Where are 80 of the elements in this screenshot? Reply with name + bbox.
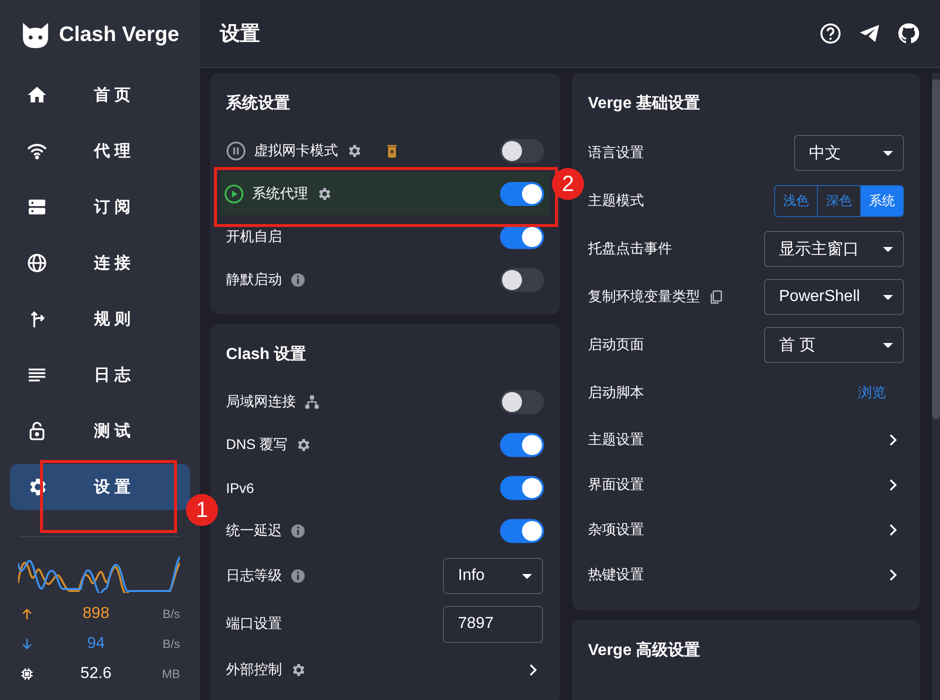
traffic-unit: B/s — [162, 607, 180, 621]
dropdown[interactable]: PowerShell — [764, 279, 904, 315]
setting-label: 热键设置 — [588, 566, 644, 584]
toggle-switch[interactable] — [500, 138, 544, 162]
dropdown[interactable]: Info — [443, 558, 543, 594]
setting-label: 主题设置 — [588, 430, 644, 448]
dropdown[interactable]: 中文 — [794, 135, 904, 171]
port-field[interactable]: 7897 — [443, 606, 543, 642]
setting-label: 静默启动 — [226, 270, 282, 288]
toggle-switch[interactable] — [500, 476, 544, 500]
setting-label: 复制环境变量类型 — [588, 288, 700, 306]
setting-label: 启动页面 — [588, 336, 644, 354]
traffic-value: 52.6 — [79, 665, 113, 683]
settings-icon[interactable] — [316, 186, 332, 202]
info-icon[interactable] — [290, 522, 306, 538]
browse-link[interactable]: 浏览 — [858, 384, 886, 402]
traffic-value: 94 — [86, 635, 106, 653]
paper-plane-icon[interactable] — [858, 22, 881, 45]
theme-option[interactable]: 浅色 — [775, 186, 817, 216]
chip-icon — [20, 667, 34, 681]
settings-icon[interactable] — [295, 436, 312, 452]
toggle-switch[interactable] — [500, 390, 544, 414]
traffic-unit: MB — [161, 667, 180, 681]
traffic-unit: B/s — [162, 637, 180, 651]
nav-item[interactable]: 规 则 — [10, 296, 190, 342]
arrow-down-icon — [20, 637, 34, 651]
setting-label: 统一延迟 — [226, 522, 282, 540]
scrollbar-thumb[interactable] — [932, 79, 940, 419]
setting-label: 语言设置 — [588, 144, 644, 162]
nav-item[interactable]: 日 志 — [10, 352, 190, 398]
setting-label: 端口设置 — [226, 615, 282, 633]
setting-label: 虚拟网卡模式 — [254, 142, 338, 160]
setting-label: 局域网连接 — [226, 392, 296, 410]
setting-label: 杂项设置 — [588, 520, 644, 538]
traffic-value: 898 — [82, 605, 110, 623]
dropdown[interactable]: 首 页 — [764, 327, 904, 363]
network-icon[interactable] — [304, 394, 320, 410]
help-icon[interactable] — [819, 22, 842, 45]
setting-label: DNS 覆写 — [226, 436, 288, 454]
copy-icon[interactable] — [708, 289, 724, 305]
setting-label: IPv6 — [226, 480, 254, 496]
card-title: 系统设置 — [226, 93, 291, 114]
chevron-right-icon[interactable] — [528, 662, 538, 676]
nav-item[interactable]: 代 理 — [10, 128, 190, 174]
nav-item[interactable]: 连 接 — [10, 240, 190, 286]
chevron-right-icon[interactable] — [888, 522, 898, 536]
chevron-right-icon[interactable] — [888, 478, 898, 492]
page-title: 设置 — [220, 22, 261, 47]
nav-item[interactable]: 设 置 — [10, 464, 190, 510]
arrow-up-icon — [20, 607, 34, 621]
nav-item[interactable]: 首 页 — [10, 72, 190, 118]
dropdown[interactable]: 显示主窗口 — [764, 231, 904, 267]
setting-label: 托盘点击事件 — [588, 240, 672, 258]
theme-option[interactable]: 系统 — [860, 186, 903, 216]
setting-label: 主题模式 — [588, 192, 644, 210]
nav-item[interactable]: 订 阅 — [10, 184, 190, 230]
nav-item[interactable]: 测 试 — [10, 408, 190, 454]
chevron-right-icon[interactable] — [888, 568, 898, 582]
globe-icon — [26, 252, 48, 274]
toggle-switch[interactable] — [500, 432, 544, 456]
setting-label: 开机自启 — [226, 228, 282, 246]
settings-icon[interactable] — [290, 662, 306, 678]
scrollbar[interactable] — [932, 73, 940, 700]
setting-label: 启动脚本 — [588, 384, 644, 402]
settings-icon[interactable] — [346, 142, 362, 158]
card-title: Verge 基础设置 — [588, 94, 702, 114]
toggle-switch[interactable] — [500, 268, 544, 292]
chevron-right-icon[interactable] — [888, 432, 898, 446]
toggle-switch[interactable] — [500, 182, 544, 206]
toggle-switch[interactable] — [500, 518, 544, 542]
cat-icon[interactable] — [897, 22, 920, 45]
card-title: Verge 高级设置 — [588, 640, 702, 661]
setting-label: 界面设置 — [588, 476, 644, 494]
card-title: Clash 设置 — [226, 344, 308, 365]
setting-label: 外部控制 — [226, 660, 282, 678]
info-icon[interactable] — [290, 568, 306, 584]
app-name: Clash Verge — [59, 23, 180, 47]
setting-label: 日志等级 — [226, 567, 282, 585]
setting-label: 系统代理 — [252, 184, 308, 202]
info-icon[interactable] — [290, 272, 306, 288]
